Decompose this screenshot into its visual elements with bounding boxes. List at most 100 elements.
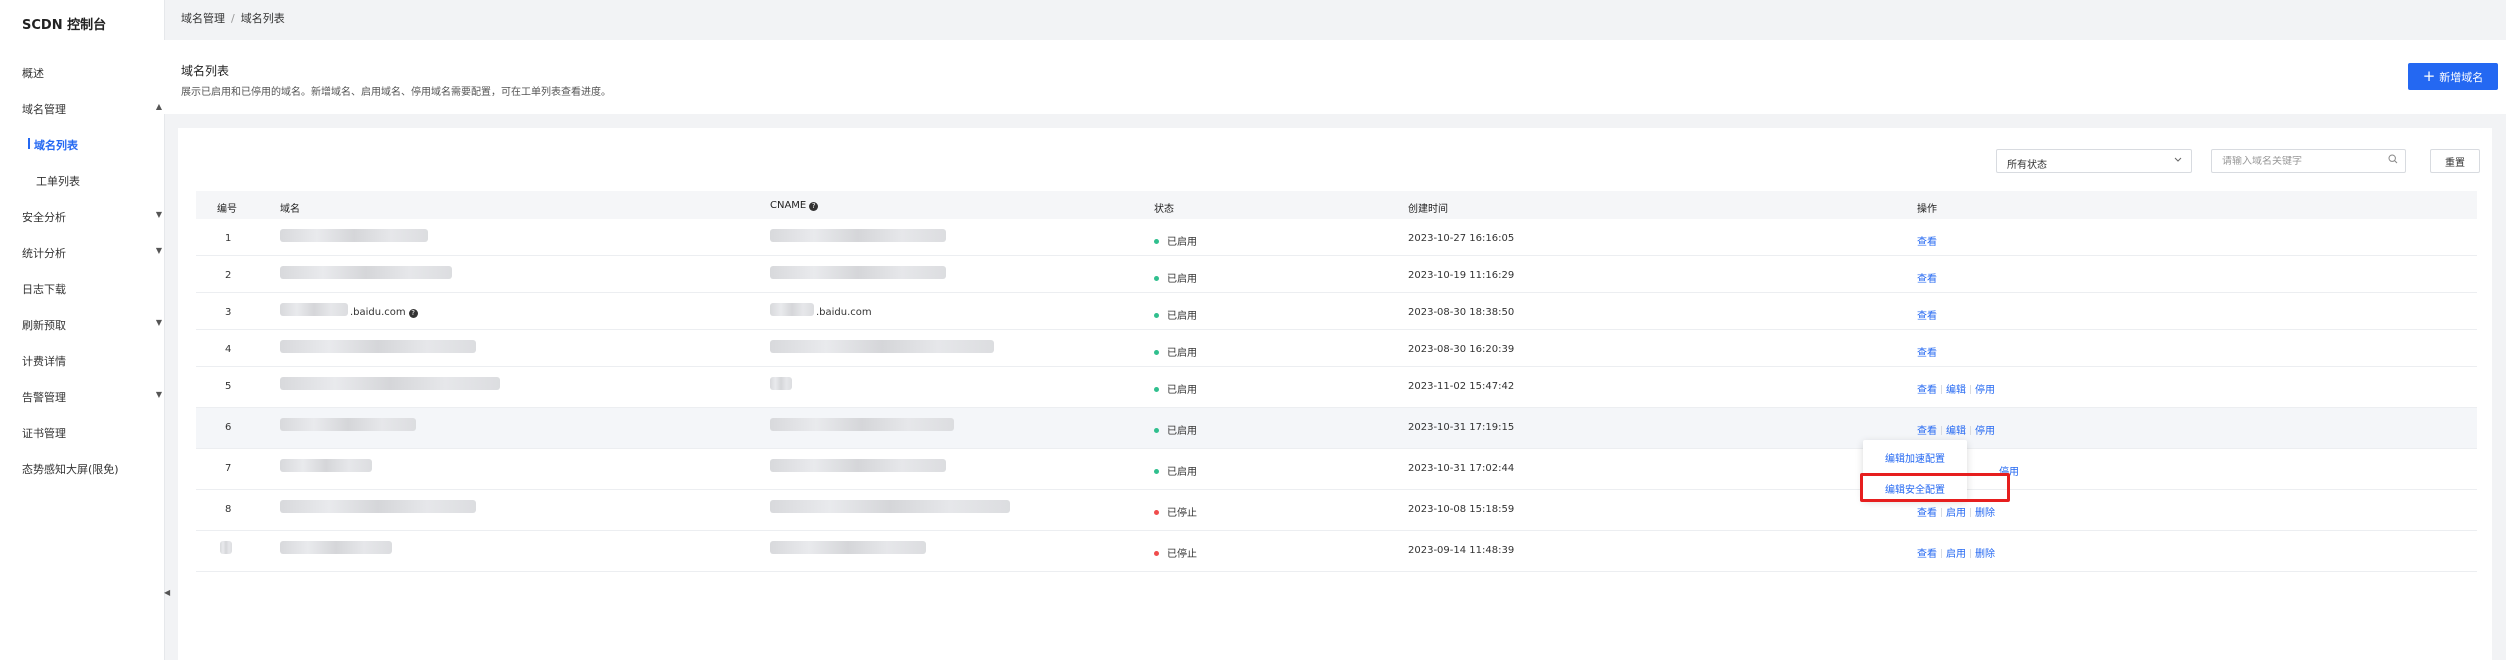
redacted-domain bbox=[280, 459, 372, 472]
redacted-domain bbox=[280, 340, 476, 353]
sidebar-item-label: 统计分析 bbox=[22, 247, 66, 260]
status-text: 已停止 bbox=[1167, 508, 1197, 519]
sidebar-item-statistics[interactable]: 统计分析 ▼ bbox=[22, 245, 162, 261]
redacted-domain bbox=[280, 303, 348, 316]
sidebar-item-label: 计费详情 bbox=[22, 355, 66, 368]
created-time: 2023-10-31 17:02:44 bbox=[1408, 463, 1515, 474]
status-cell: 已启用 bbox=[1154, 270, 1197, 285]
sidebar-item-overview[interactable]: 概述 bbox=[22, 65, 162, 81]
collapse-sidebar-icon[interactable]: ◀ bbox=[164, 588, 170, 604]
row-number: 2 bbox=[225, 270, 232, 281]
breadcrumb-parent[interactable]: 域名管理 bbox=[181, 12, 225, 25]
row-number: 3 bbox=[225, 307, 232, 318]
view-link[interactable]: 查看 bbox=[1917, 426, 1937, 437]
redacted-cname bbox=[770, 541, 926, 554]
view-link[interactable]: 查看 bbox=[1917, 549, 1937, 560]
breadcrumb: 域名管理 / 域名列表 bbox=[181, 10, 285, 26]
redacted-domain bbox=[280, 541, 392, 554]
view-link[interactable]: 查看 bbox=[1917, 348, 1937, 359]
created-time: 2023-10-31 17:19:15 bbox=[1408, 422, 1515, 433]
table-row: 5 已启用 2023-11-02 15:47:42 查看 编辑 停用 bbox=[196, 367, 2477, 408]
status-cell: 已启用 bbox=[1154, 422, 1197, 437]
divider bbox=[1941, 385, 1942, 394]
table-row: 7 已启用 2023-10-31 17:02:44 停用 bbox=[196, 449, 2477, 490]
sidebar-item-domain-management[interactable]: 域名管理 ▲ bbox=[22, 101, 162, 117]
row-number: 8 bbox=[225, 504, 232, 515]
row-number: 7 bbox=[225, 463, 232, 474]
sidebar-item-label: 态势感知大屏(限免) bbox=[22, 463, 119, 476]
chevron-down-icon: ▼ bbox=[155, 246, 162, 255]
divider bbox=[1941, 508, 1942, 517]
enable-link[interactable]: 启用 bbox=[1946, 549, 1966, 560]
domain-search-box[interactable] bbox=[2211, 149, 2406, 173]
delete-link[interactable]: 删除 bbox=[1975, 549, 1995, 560]
add-domain-button[interactable]: + 新增域名 bbox=[2408, 63, 2498, 90]
status-dot bbox=[1154, 428, 1159, 433]
sidebar-item-label: 域名列表 bbox=[34, 139, 78, 152]
created-time: 2023-11-02 15:47:42 bbox=[1408, 381, 1515, 392]
table-row: 2 已启用 2023-10-19 11:16:29 查看 bbox=[196, 256, 2477, 293]
active-indicator bbox=[28, 138, 30, 149]
disable-link[interactable]: 停用 bbox=[1975, 385, 1995, 396]
cname-header-label: CNAME bbox=[770, 200, 807, 211]
view-link[interactable]: 查看 bbox=[1917, 385, 1937, 396]
domain-search-input[interactable] bbox=[2222, 156, 2382, 167]
sidebar-item-billing[interactable]: 计费详情 bbox=[22, 353, 162, 369]
redacted-number bbox=[220, 541, 232, 554]
view-link[interactable]: 查看 bbox=[1917, 274, 1937, 285]
edit-link[interactable]: 编辑 bbox=[1946, 426, 1966, 437]
view-link[interactable]: 查看 bbox=[1917, 311, 1937, 322]
chevron-down-icon bbox=[2173, 154, 2183, 167]
status-cell: 已启用 bbox=[1154, 233, 1197, 248]
redacted-domain bbox=[280, 377, 500, 390]
highlight-box bbox=[1860, 473, 2010, 502]
table-row: 8 已停止 2023-10-08 15:18:59 查看 启用 删除 bbox=[196, 490, 2477, 531]
sidebar-item-alerts[interactable]: 告警管理 ▼ bbox=[22, 389, 162, 405]
sidebar-item-refresh-prefetch[interactable]: 刷新预取 ▼ bbox=[22, 317, 162, 333]
sidebar-item-security-analysis[interactable]: 安全分析 ▼ bbox=[22, 209, 162, 225]
edit-acceleration-config-item[interactable]: 编辑加速配置 bbox=[1885, 450, 1945, 465]
status-text: 已启用 bbox=[1167, 426, 1197, 437]
status-cell: 已启用 bbox=[1154, 463, 1197, 478]
search-icon[interactable] bbox=[2388, 154, 2398, 164]
redacted-domain bbox=[280, 229, 428, 242]
delete-link[interactable]: 删除 bbox=[1975, 508, 1995, 519]
sidebar-item-ticket-list[interactable]: 工单列表 bbox=[36, 173, 162, 189]
redacted-cname bbox=[770, 303, 814, 316]
edit-link[interactable]: 编辑 bbox=[1946, 385, 1966, 396]
status-dot bbox=[1154, 276, 1159, 281]
help-icon[interactable]: ? bbox=[809, 202, 819, 211]
column-header-domain: 域名 bbox=[280, 204, 300, 215]
page-header: 域名列表 展示已启用和已停用的域名。新增域名、启用域名、停用域名需要配置，可在工… bbox=[164, 40, 2506, 114]
created-time: 2023-09-14 11:48:39 bbox=[1408, 545, 1515, 556]
view-link[interactable]: 查看 bbox=[1917, 237, 1937, 248]
row-number: 5 bbox=[225, 381, 232, 392]
sidebar-item-domain-list[interactable]: 域名列表 bbox=[28, 137, 162, 153]
sidebar: SCDN 控制台 概述 域名管理 ▲ 域名列表 工单列表 安全分析 ▼ 统计分析 ▼ … bbox=[0, 0, 165, 660]
row-number: 6 bbox=[225, 422, 232, 433]
created-time: 2023-08-30 18:38:50 bbox=[1408, 307, 1515, 318]
sidebar-item-label: 域名管理 bbox=[22, 103, 66, 116]
table-row: 4 已启用 2023-08-30 16:20:39 查看 bbox=[196, 330, 2477, 367]
created-time: 2023-10-27 16:16:05 bbox=[1408, 233, 1515, 244]
sidebar-item-situation-screen[interactable]: 态势感知大屏(限免) bbox=[22, 461, 162, 477]
sidebar-item-log-download[interactable]: 日志下载 bbox=[22, 281, 162, 297]
created-time: 2023-08-30 16:20:39 bbox=[1408, 344, 1515, 355]
reset-button[interactable]: 重置 bbox=[2430, 149, 2480, 173]
view-link[interactable]: 查看 bbox=[1917, 508, 1937, 519]
disable-link[interactable]: 停用 bbox=[1975, 426, 1995, 437]
page-description: 展示已启用和已停用的域名。新增域名、启用域名、停用域名需要配置，可在工单列表查看… bbox=[181, 87, 611, 98]
table-row: 6 已启用 2023-10-31 17:19:15 查看 编辑 停用 bbox=[196, 408, 2477, 449]
info-icon[interactable]: ? bbox=[408, 309, 418, 318]
divider bbox=[1970, 508, 1971, 517]
sidebar-item-certificates[interactable]: 证书管理 bbox=[22, 425, 162, 441]
redacted-cname bbox=[770, 266, 946, 279]
column-header-status: 状态 bbox=[1154, 204, 1174, 215]
status-text: 已启用 bbox=[1167, 348, 1197, 359]
enable-link[interactable]: 启用 bbox=[1946, 508, 1966, 519]
redacted-cname bbox=[770, 340, 994, 353]
status-dot bbox=[1154, 469, 1159, 474]
status-cell: 已启用 bbox=[1154, 381, 1197, 396]
domain-suffix: .baidu.com? bbox=[350, 307, 418, 318]
status-filter-select[interactable]: 所有状态 bbox=[1996, 149, 2192, 173]
